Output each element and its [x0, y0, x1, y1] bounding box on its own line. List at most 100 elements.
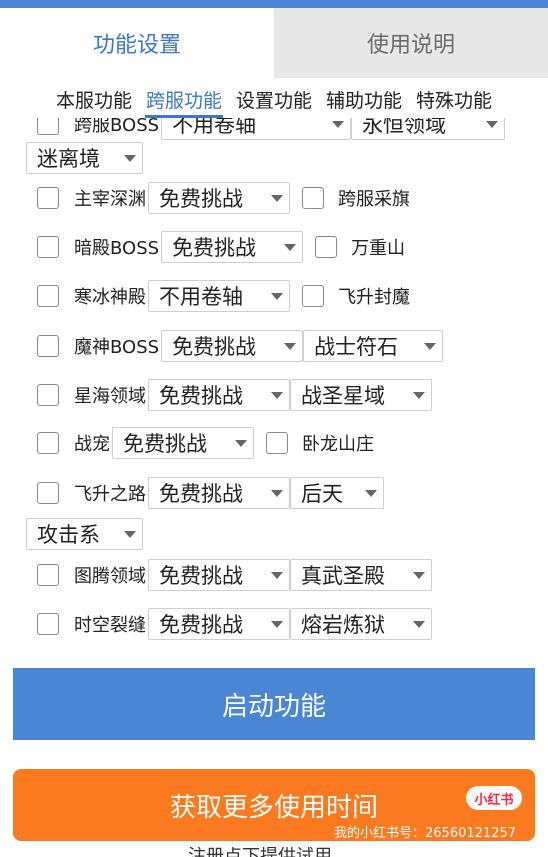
subtab-special[interactable]: 特殊功能: [415, 84, 493, 118]
row-feisheng: 飞升之路 免费挑战 后天: [37, 473, 384, 513]
select-value: 免费挑战: [159, 613, 243, 637]
select-value: 迷离境: [37, 147, 100, 171]
chevron-down-icon: [424, 342, 437, 350]
chevron-down-icon: [413, 571, 425, 579]
chevron-down-icon: [413, 391, 425, 399]
chevron-down-icon: [124, 530, 136, 538]
select-xinghai-zone[interactable]: 战圣星域: [290, 379, 432, 411]
select-value: 免费挑战: [159, 564, 243, 588]
xiaohongshu-logo: 小红书: [466, 786, 522, 810]
select-value: 不用卷轴: [159, 285, 243, 309]
select-value: 免费挑战: [159, 482, 243, 506]
chevron-down-icon: [332, 120, 345, 128]
checkbox-caiqi[interactable]: [302, 187, 324, 209]
checkbox-feisheng-fengmo[interactable]: [302, 285, 324, 307]
select-andian[interactable]: 免费挑战: [161, 231, 304, 263]
start-function-button[interactable]: 启动功能: [13, 668, 535, 740]
select-zhuzai[interactable]: 免费挑战: [148, 182, 290, 214]
main-tabs: 功能设置 使用说明: [0, 8, 548, 78]
checkbox-zhuzai[interactable]: [37, 187, 59, 209]
row-tuteng: 图腾领域 免费挑战 真武圣殿: [37, 555, 432, 595]
subtab-assist[interactable]: 辅助功能: [325, 84, 403, 118]
select-value: 不用卷轴: [172, 118, 257, 137]
tab-function-settings[interactable]: 功能设置: [0, 8, 274, 78]
checkbox-hanbing[interactable]: [37, 285, 59, 307]
function-list[interactable]: 跨服BOSS 不用卷轴 永恒领域 迷离境 主宰深渊 免费挑战 跨服采旗 暗殿BO…: [0, 118, 548, 658]
chevron-down-icon: [271, 292, 283, 300]
row-andian: 暗殿BOSS 免费挑战 万重山: [37, 227, 405, 267]
select-feisheng-stage[interactable]: 后天: [290, 477, 384, 509]
chevron-down-icon: [124, 154, 136, 162]
row-moshen: 魔神BOSS 免费挑战 战士符石: [37, 326, 444, 366]
chevron-down-icon: [235, 439, 247, 447]
select-zhanchong[interactable]: 免费挑战: [112, 427, 254, 459]
select-value: 攻击系: [37, 523, 100, 547]
select-value: 熔岩炼狱: [301, 613, 385, 637]
select-cross-boss-region[interactable]: 永恒领域: [351, 118, 506, 140]
select-value: 战圣星域: [301, 384, 385, 408]
label-cross-boss: 跨服BOSS: [74, 118, 160, 136]
select-region[interactable]: 迷离境: [26, 142, 143, 174]
checkbox-shikong[interactable]: [37, 613, 59, 635]
checkbox-zhanchong[interactable]: [37, 432, 59, 454]
chevron-down-icon: [271, 391, 283, 399]
checkbox-cross-boss[interactable]: [37, 118, 59, 135]
label-wolong: 卧龙山庄: [302, 434, 374, 455]
chevron-down-icon: [284, 243, 297, 251]
chevron-down-icon: [413, 620, 425, 628]
checkbox-feisheng[interactable]: [37, 482, 59, 504]
checkbox-tuteng[interactable]: [37, 564, 59, 586]
sub-tabs: 本服功能 跨服功能 设置功能 辅助功能 特殊功能: [0, 84, 548, 118]
chevron-down-icon: [271, 620, 283, 628]
checkbox-andian[interactable]: [37, 236, 59, 258]
select-attack-type[interactable]: 攻击系: [26, 518, 143, 550]
select-value: 真武圣殿: [301, 564, 385, 588]
chevron-down-icon: [365, 489, 377, 497]
tab-instructions[interactable]: 使用说明: [274, 8, 548, 78]
select-cross-boss-scroll[interactable]: 不用卷轴: [161, 118, 352, 140]
checkbox-wanzhong[interactable]: [315, 236, 338, 258]
label-shikong: 时空裂缝: [74, 615, 146, 636]
row-xinghai: 星海领域 免费挑战 战圣星域: [37, 375, 432, 415]
label-zhuzai: 主宰深渊: [74, 189, 146, 210]
select-value: 永恒领域: [362, 118, 447, 137]
checkbox-moshen[interactable]: [37, 335, 59, 357]
top-accent-bar: [0, 0, 548, 8]
select-feisheng[interactable]: 免费挑战: [148, 477, 290, 509]
row-zhanchong: 战宠 免费挑战 卧龙山庄: [37, 423, 374, 463]
select-shikong-zone[interactable]: 熔岩炼狱: [290, 608, 432, 640]
select-tuteng[interactable]: 免费挑战: [148, 559, 290, 591]
chevron-down-icon: [284, 342, 297, 350]
select-moshen-rune[interactable]: 战士符石: [303, 330, 444, 362]
subtab-local-server[interactable]: 本服功能: [55, 84, 133, 118]
subtab-cross-server[interactable]: 跨服功能: [144, 84, 223, 118]
label-xinghai: 星海领域: [74, 386, 146, 407]
checkbox-wolong[interactable]: [266, 432, 288, 454]
row-attack-select: 攻击系: [26, 514, 143, 554]
select-shikong[interactable]: 免费挑战: [148, 608, 290, 640]
subtab-settings[interactable]: 设置功能: [235, 84, 313, 118]
select-value: 免费挑战: [159, 187, 243, 211]
chevron-down-icon: [271, 571, 283, 579]
select-value: 战士符石: [314, 335, 399, 359]
select-xinghai[interactable]: 免费挑战: [148, 379, 290, 411]
select-value: 免费挑战: [172, 335, 257, 359]
select-value: 后天: [301, 482, 343, 506]
label-feisheng: 飞升之路: [74, 484, 146, 505]
label-moshen: 魔神BOSS: [74, 337, 160, 358]
label-zhanchong: 战宠: [74, 434, 110, 455]
row-region-select: 迷离境: [26, 138, 143, 178]
chevron-down-icon: [486, 120, 499, 128]
bottom-cut-text: 注册点下提供试用: [188, 847, 368, 857]
select-moshen[interactable]: 免费挑战: [161, 330, 304, 362]
select-value: 免费挑战: [172, 236, 257, 260]
label-hanbing: 寒冰神殿: [74, 287, 146, 308]
row-hanbing: 寒冰神殿 不用卷轴 飞升封魔: [37, 276, 410, 316]
checkbox-xinghai[interactable]: [37, 384, 59, 406]
chevron-down-icon: [271, 194, 283, 202]
select-hanbing[interactable]: 不用卷轴: [148, 280, 290, 312]
select-tuteng-hall[interactable]: 真武圣殿: [290, 559, 432, 591]
row-shikong: 时空裂缝 免费挑战 熔岩炼狱: [37, 604, 432, 644]
watermark-text: 我的小红书号：26560121257: [334, 826, 516, 841]
select-value: 免费挑战: [123, 432, 207, 456]
